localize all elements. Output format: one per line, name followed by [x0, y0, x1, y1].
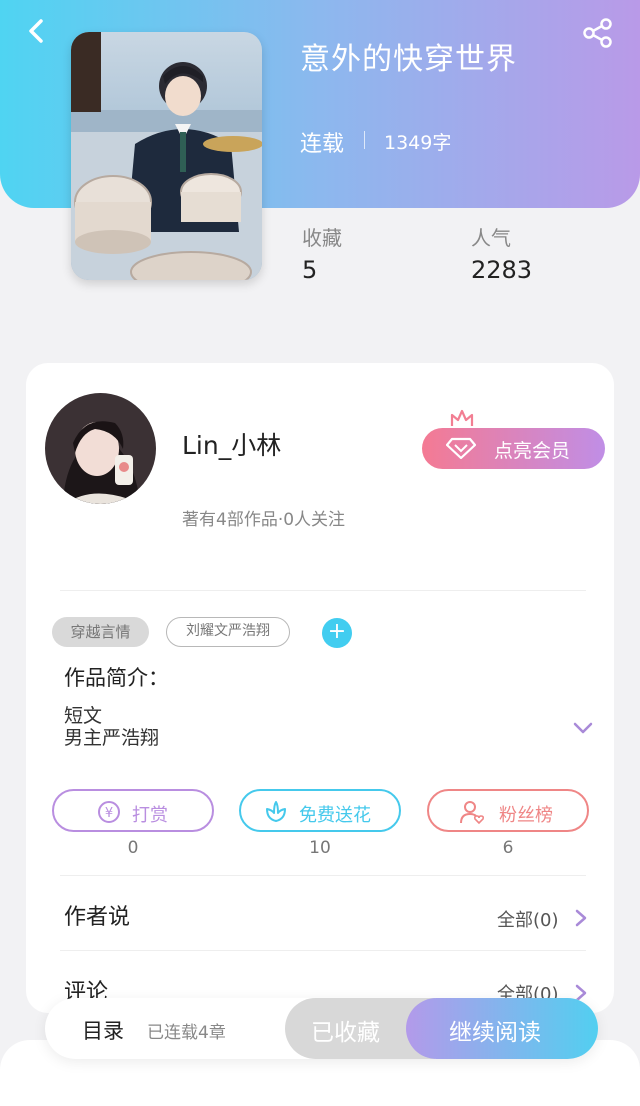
tip-label: 打赏 — [132, 805, 168, 826]
flower-count: 10 — [309, 838, 331, 858]
fan-user-icon — [460, 801, 485, 825]
diamond-icon — [446, 437, 476, 459]
divider — [364, 131, 365, 149]
popularity-value: 2283 — [471, 256, 533, 284]
back-button[interactable] — [22, 16, 52, 46]
serial-status: 连载 — [300, 132, 345, 157]
vip-label: 点亮会员 — [494, 440, 571, 462]
send-flower-label: 免费送花 — [299, 805, 371, 826]
send-flower-button[interactable]: 免费送花 — [239, 789, 401, 832]
favorites-label: 收藏 — [302, 226, 342, 250]
chevron-right-icon[interactable] — [574, 908, 588, 928]
favorites-value: 5 — [302, 256, 318, 284]
section-divider — [60, 875, 586, 876]
plus-icon: + — [327, 619, 347, 644]
tag-characters[interactable]: 刘耀文严浩翔 — [166, 617, 290, 647]
intro-title: 作品简介： — [64, 666, 169, 690]
tip-button[interactable]: ¥ 打赏 — [52, 789, 214, 832]
share-button[interactable] — [580, 16, 616, 50]
author-avatar-image — [45, 393, 156, 504]
add-tag-button[interactable]: + — [322, 618, 352, 648]
popularity-label: 人气 — [471, 226, 511, 250]
yen-icon: ¥ — [98, 801, 120, 823]
intro-line: 男主严浩翔 — [64, 727, 160, 749]
fan-count: 6 — [502, 838, 514, 858]
crown-icon — [450, 409, 474, 426]
section-divider — [60, 950, 586, 951]
flower-icon — [266, 801, 286, 822]
author-says-all-link[interactable]: 全部(0) — [497, 906, 559, 932]
tag-genre[interactable]: 穿越言情 — [52, 617, 149, 647]
author-meta: 著有4部作品·0人关注 — [182, 510, 346, 530]
expand-intro-button[interactable] — [572, 720, 594, 736]
book-cover[interactable] — [71, 32, 262, 280]
fan-ranking-label: 粉丝榜 — [499, 805, 553, 826]
vip-button[interactable]: 点亮会员 — [422, 428, 605, 469]
tip-count: 0 — [127, 838, 139, 858]
chapter-count: 已连载4章 — [147, 1023, 226, 1043]
avatar[interactable] — [45, 393, 156, 504]
book-title: 意外的快穿世界 — [300, 42, 517, 77]
continue-reading-label: 继续阅读 — [449, 1020, 541, 1046]
section-divider — [60, 590, 586, 591]
chevron-left-icon — [29, 19, 43, 43]
continue-reading-button[interactable]: 继续阅读 — [406, 998, 598, 1059]
author-says-title: 作者说 — [64, 905, 131, 930]
cover-image — [71, 32, 262, 280]
svg-text:¥: ¥ — [105, 806, 113, 821]
share-icon — [583, 18, 612, 48]
table-of-contents-button[interactable]: 目录 — [82, 1015, 124, 1045]
fan-ranking-button[interactable]: 粉丝榜 — [427, 789, 589, 832]
word-count: 1349字 — [384, 132, 452, 154]
author-name[interactable]: Lin_小林 — [182, 426, 281, 462]
chevron-down-icon — [573, 722, 593, 734]
collected-label: 已收藏 — [311, 1020, 380, 1046]
